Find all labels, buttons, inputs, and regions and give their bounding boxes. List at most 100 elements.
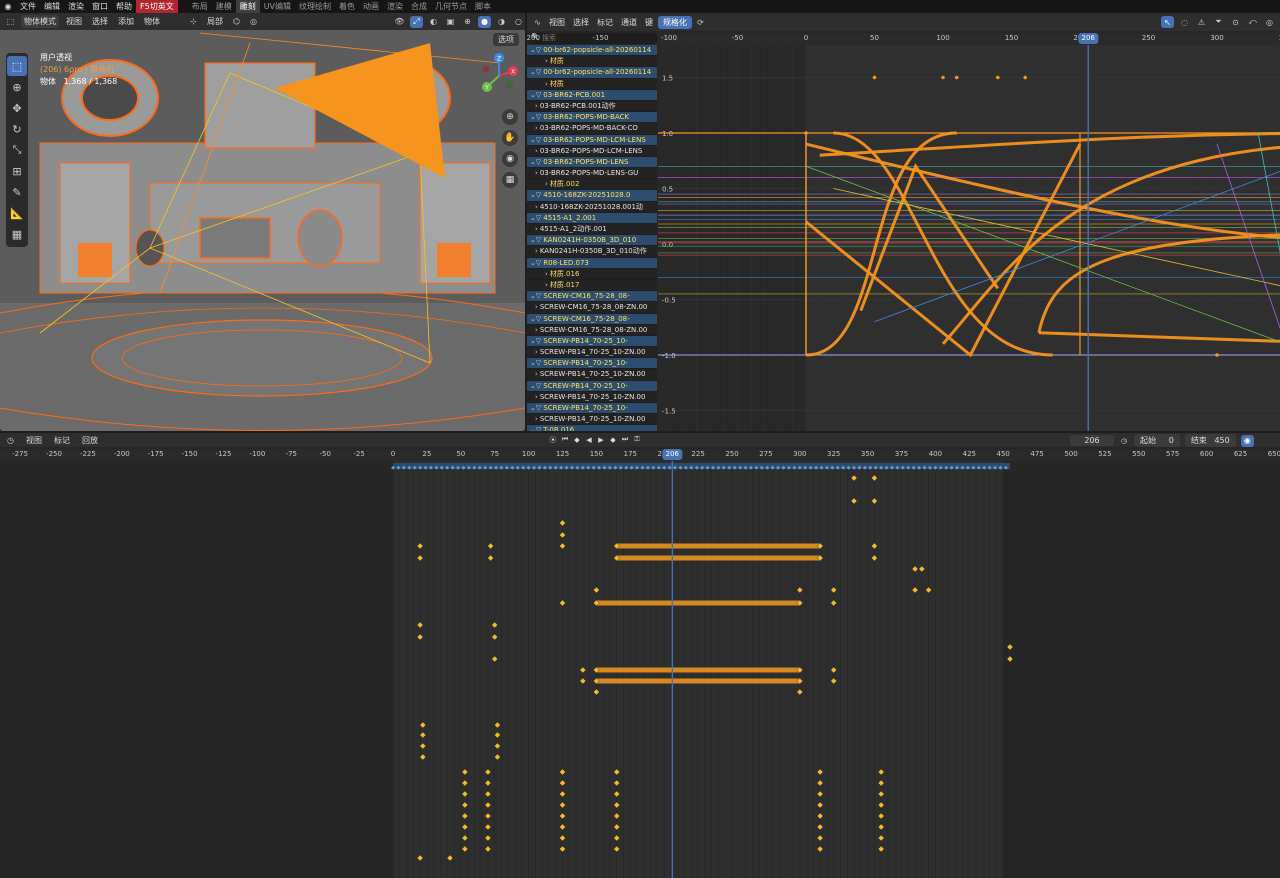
expand-chevron-icon[interactable]: › [545,180,548,188]
channel-action[interactable]: › 4510-168ZK-20251028.001动 [527,201,657,213]
expand-chevron-icon[interactable]: › [535,169,538,177]
graph-keyframe[interactable] [996,75,1000,80]
editor-type-icon[interactable]: ⬚ [4,16,17,28]
navigation-gizmo[interactable]: X Y Z [474,51,524,101]
camera-view-icon[interactable]: ◉ [502,151,518,167]
only-selected-icon[interactable]: ↖ [1161,16,1174,28]
play-reverse-icon[interactable]: ◀ [584,434,594,445]
errors-only-icon[interactable]: ⚠ [1195,16,1208,28]
graph-menu-key[interactable]: 键 [642,16,656,29]
shading-solid-icon[interactable]: ● [478,15,491,28]
expand-chevron-icon[interactable]: ⌄▽ [530,46,541,54]
channel-material[interactable]: › 材质.002 [527,179,657,191]
workspace-tab-uv[interactable]: UV编辑 [260,0,295,13]
xray-icon[interactable]: ▣ [444,16,457,28]
menu-edit[interactable]: 编辑 [40,0,64,13]
select-box-tool-icon[interactable]: ⬚ [7,56,27,76]
expand-chevron-icon[interactable]: › [535,147,538,155]
expand-chevron-icon[interactable]: › [535,326,538,334]
channel-material[interactable]: › 材质.016 [527,268,657,280]
expand-chevron-icon[interactable]: › [535,102,538,110]
channel-object[interactable]: ⌄▽ 4515-A1_2.001 [527,212,657,224]
expand-chevron-icon[interactable]: ⌄▽ [530,236,541,244]
shading-rendered-icon[interactable]: ○ [512,16,525,28]
start-frame-field[interactable]: 起始 0 [1134,434,1180,447]
transform-orientation-icon[interactable]: ⊹ [187,16,200,28]
expand-chevron-icon[interactable]: › [545,57,548,65]
shading-material-icon[interactable]: ◑ [495,16,508,28]
channel-action[interactable]: › 03-BR62-PCB.001动作 [527,100,657,113]
hold-bar[interactable] [596,667,800,673]
proportional-icon[interactable]: ◎ [1263,16,1276,28]
channel-action[interactable]: › SCREW-CM16_75-28_08-ZN.00 [527,302,657,314]
expand-chevron-icon[interactable]: ⌄▽ [530,214,541,222]
zoom-icon[interactable]: ⊕ [502,109,518,125]
channel-object[interactable]: ⌄▽ 4510-168ZK-20251028.0 [527,190,657,202]
filter-icon[interactable]: ⏷ [1212,16,1225,28]
channel-object[interactable]: ⌄▽ 00-br62-popsicle-all-20260114 [527,67,657,79]
hold-bar[interactable] [616,543,821,549]
transform-tool-icon[interactable]: ⊞ [7,161,27,181]
channel-material[interactable]: › 材质 [527,78,657,90]
channel-action[interactable]: › 03-BR62-POPS-MD-LCM-LENS [527,145,657,157]
channel-object[interactable]: ⌄▽ 00-br62-popsicle-all-20260114 [527,45,657,57]
channel-action[interactable]: › KAN0241H-0350B_3D_010动作 [527,246,657,258]
channel-action[interactable]: › SCREW-PB14_70-25_10-ZN.00 [527,347,657,359]
grid-perspective-icon[interactable]: ▦ [502,172,518,188]
viewport-menu-select[interactable]: 选择 [89,15,111,28]
channel-object[interactable]: ⌄▽ T-0B.016 [527,425,657,431]
menu-render[interactable]: 渲染 [64,0,88,13]
end-frame-field[interactable]: 结束 450 [1184,434,1236,447]
channel-action[interactable]: › SCREW-PB14_70-25_10-ZN.00 [527,414,657,426]
current-frame-field[interactable]: 206 [1070,435,1114,446]
expand-chevron-icon[interactable]: ⌄▽ [530,113,541,121]
workspace-tab-sculpting[interactable]: 雕刻 [235,0,260,13]
expand-chevron-icon[interactable]: ⌄▽ [530,136,541,144]
snap-icon[interactable]: ⌬ [230,16,243,28]
plugin-button[interactable]: F5切英文 [136,0,178,13]
channel-object[interactable]: ⌄▽ 03-BR62-POPS-MD-LCM-LENS [527,134,657,146]
graph-menu-view[interactable]: 视图 [546,16,568,29]
timeline-frame-ruler[interactable]: -275 -250 -225 -200 -175 -150 -125 -100 -75 -50 -2… [0,449,1280,461]
add-cube-tool-icon[interactable]: ▦ [7,224,27,244]
channel-material[interactable]: › 材质.017 [527,279,657,292]
timeline-menu-marker[interactable]: 标记 [51,434,73,447]
channel-object[interactable]: ⌄▽ 03-BR62-POPS-MD-BACK [527,112,657,124]
channel-object[interactable]: ⌄▽ 03-BR62-PCB.001 [527,89,657,101]
options-dropdown[interactable]: 选项 [493,33,519,46]
workspace-tab-texture-paint[interactable]: 纹理绘制 [295,0,335,13]
graph-editor[interactable]: ∿ 视图 选择 标记 通道 键 规格化 ⟳ ↖ ◌ ⚠ ⏷ ⊙ ⤺ ◎ 搜索 🔍… [527,13,1280,431]
workspace-tab-compositing[interactable]: 合成 [407,0,431,13]
channel-action[interactable]: › SCREW-PB14_70-25_10-ZN.00 [527,391,657,403]
rotate-tool-icon[interactable]: ↻ [7,119,27,139]
menu-file[interactable]: 文件 [16,0,40,13]
jump-start-icon[interactable]: ⏮ [560,434,570,445]
expand-chevron-icon[interactable]: › [545,270,548,278]
expand-chevron-icon[interactable]: ⌄▽ [530,337,541,345]
workspace-tab-rendering[interactable]: 渲染 [383,0,407,13]
timeline-menu-view[interactable]: 视图 [23,434,45,447]
keyframe-area[interactable]: ◆ ◆ ◆ ◆ ◆ ◆ ◆ ◆ ◆ ◆ ◆ ◆ ◆ ◆ ◆ ◆ ◆ ◆ ◆ ◆ ◆ ◆ ◆ ◆ ◆ ◆ ◆ ◆ ◆ ◆ ◆ ◆ ◆ ◆ ◆ ◆ ◆ ◆ ◆ ◆… [0,461,1280,878]
timeline-menu-playback[interactable]: 回放 [79,434,101,447]
menu-help[interactable]: 帮助 [112,0,136,13]
channel-action[interactable]: › 03-BR62-POPS-MD-BACK-CO [527,123,657,135]
channel-action[interactable]: › 03-BR62-POPS-MD-LENS-GU [527,168,657,180]
jump-end-icon[interactable]: ⏭ [620,434,630,445]
channel-object[interactable]: ⌄▽ SCREW-PB14_70-25_10- [527,380,657,392]
prev-keyframe-icon[interactable]: ◆ [572,434,582,445]
expand-chevron-icon[interactable]: › [535,303,538,311]
shading-wireframe-icon[interactable]: ⊕ [461,16,474,28]
viewport-menu-add[interactable]: 添加 [115,15,137,28]
proportional-edit-icon[interactable]: ◎ [247,16,260,28]
timeline-current-frame-badge[interactable]: 206 [662,449,683,460]
channel-action[interactable]: › 4515-A1_2动作.001 [527,224,657,236]
expand-chevron-icon[interactable]: › [545,281,548,289]
channel-material[interactable]: › 材质 [527,56,657,68]
expand-chevron-icon[interactable]: › [535,203,538,211]
expand-chevron-icon[interactable]: › [535,225,538,233]
expand-chevron-icon[interactable]: › [545,80,548,88]
graph-editor-type-icon[interactable]: ∿ [531,16,544,28]
workspace-tab-shading[interactable]: 着色 [335,0,359,13]
auto-snap-icon[interactable]: ⤺ [1246,16,1259,28]
channel-object[interactable]: ⌄▽ 03-BR62-POPS-MD-LENS [527,156,657,169]
